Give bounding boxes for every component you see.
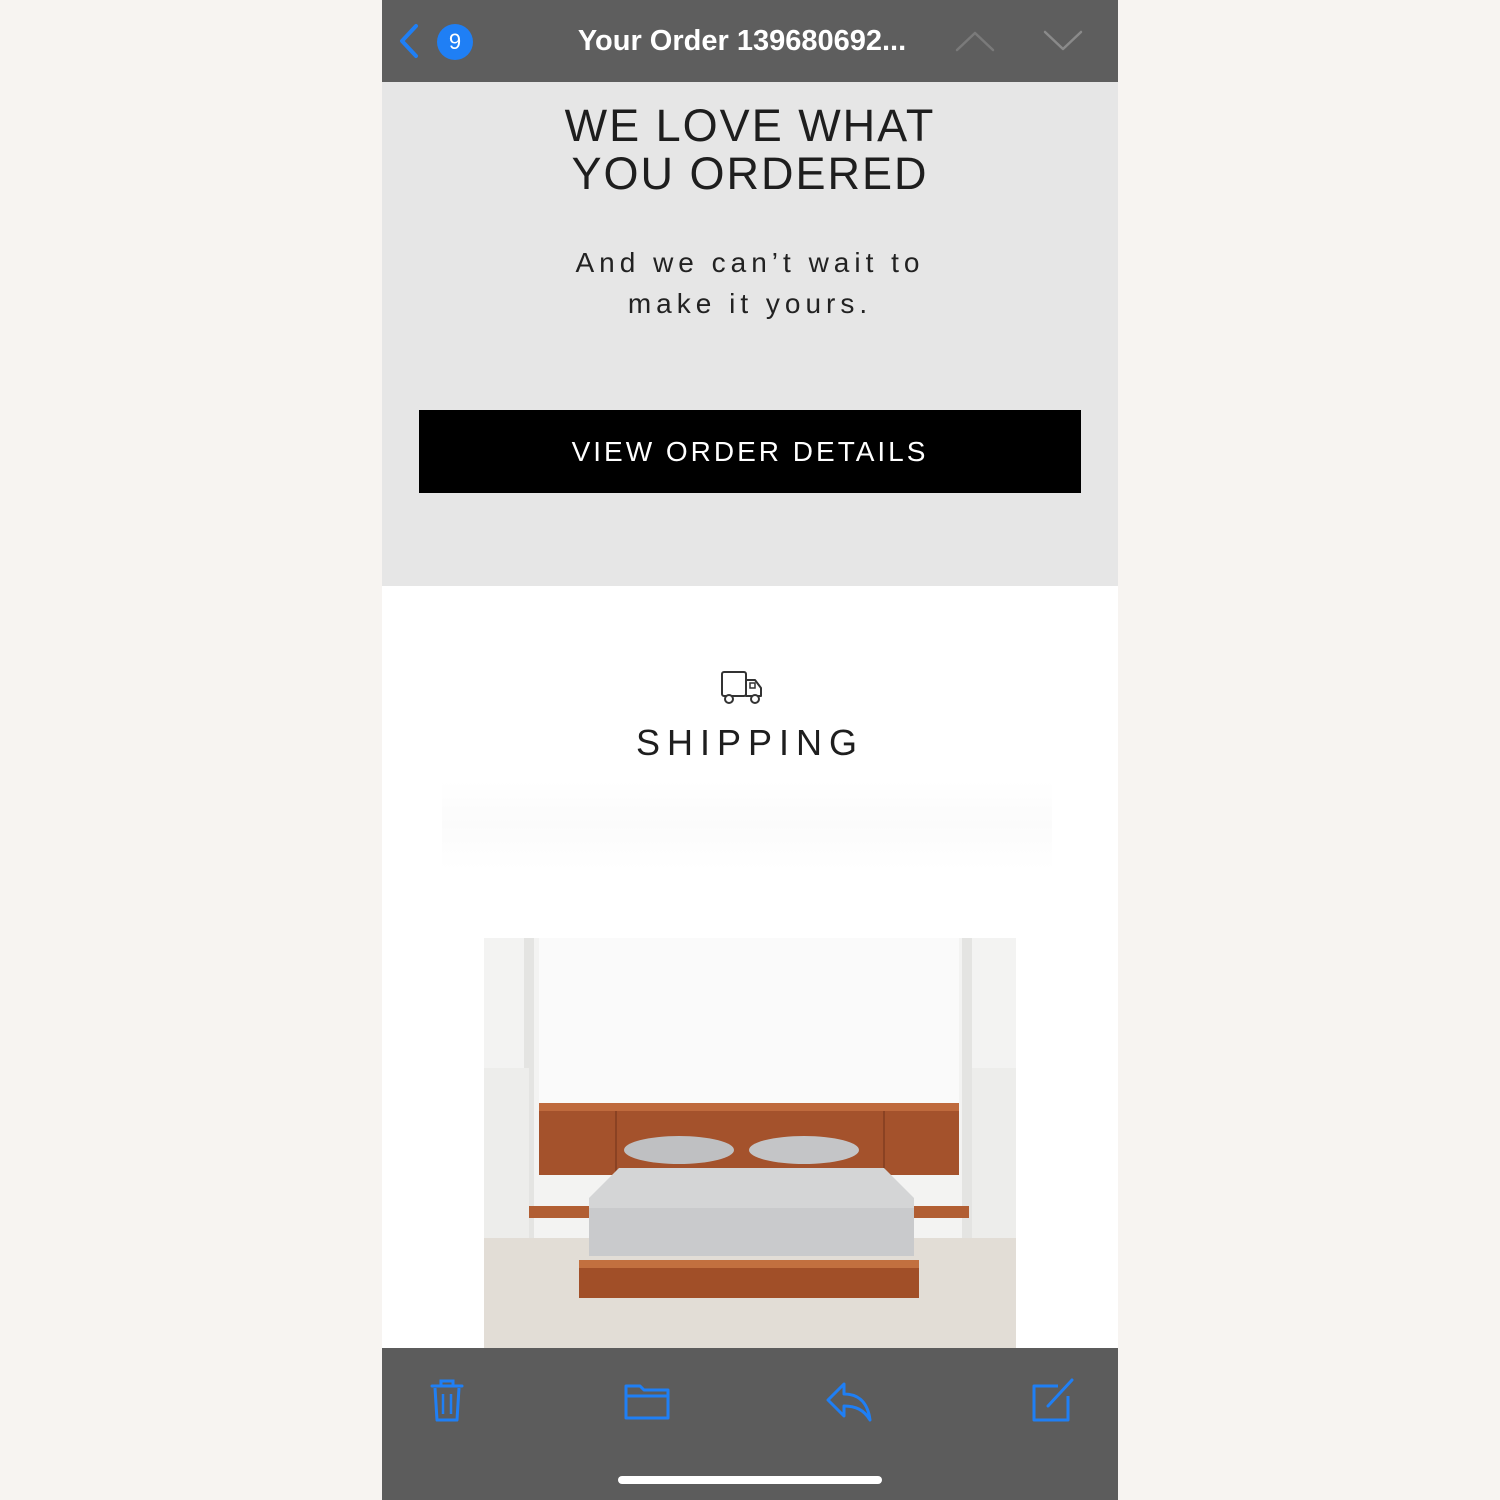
shipping-heading: SHIPPING	[635, 722, 865, 763]
truck-icon	[721, 671, 762, 704]
hero-subheading: And we can’t wait to make it yours.	[382, 242, 1118, 324]
chevron-left-icon[interactable]	[396, 22, 422, 60]
compose-icon[interactable]	[1028, 1376, 1078, 1424]
redacted-address-block	[442, 780, 1052, 870]
bottom-toolbar	[382, 1348, 1118, 1500]
chevron-down-icon[interactable]	[1042, 28, 1084, 54]
reply-icon[interactable]	[824, 1376, 874, 1424]
hero-subheading-line: make it yours.	[627, 288, 873, 319]
trash-icon[interactable]	[422, 1376, 472, 1424]
hero-subheading-line: And we can’t wait to	[575, 247, 925, 278]
hero-heading-line: YOU ORDERED	[571, 148, 929, 199]
product-image	[484, 938, 1016, 1348]
unread-count-badge[interactable]: 9	[437, 24, 473, 60]
hero-heading: WE LOVE WHAT YOU ORDERED	[382, 102, 1118, 198]
navigation-bar: 9 Your Order 139680692...	[382, 0, 1118, 82]
mail-message-screen: 9 Your Order 139680692... WE LOVE WHAT Y…	[382, 0, 1118, 1500]
folder-icon[interactable]	[622, 1376, 672, 1424]
home-indicator[interactable]	[618, 1476, 882, 1484]
hero-heading-line: WE LOVE WHAT	[564, 100, 936, 151]
view-order-details-button[interactable]: VIEW ORDER DETAILS	[419, 410, 1081, 493]
message-subject-title: Your Order 139680692...	[577, 25, 907, 57]
chevron-up-icon[interactable]	[954, 28, 996, 54]
hero-section: WE LOVE WHAT YOU ORDERED And we can’t wa…	[382, 82, 1118, 586]
